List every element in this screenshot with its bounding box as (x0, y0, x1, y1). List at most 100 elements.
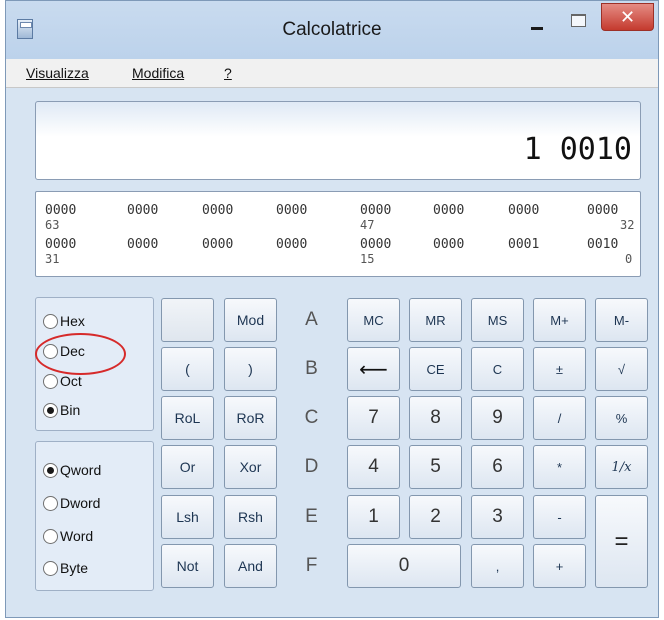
digit-7-button[interactable]: 7 (347, 396, 400, 440)
bit-nibble[interactable]: 0000 (433, 237, 481, 252)
rsh-button[interactable]: Rsh (224, 495, 277, 539)
multiply-button[interactable]: * (533, 445, 586, 489)
subtract-button[interactable]: - (533, 495, 586, 539)
ms-button[interactable]: MS (471, 298, 524, 342)
clear-button[interactable]: C (471, 347, 524, 391)
add-button[interactable]: + (533, 544, 586, 588)
bit-nibble[interactable]: 0000 (587, 203, 635, 218)
digit-5-button[interactable]: 5 (409, 445, 462, 489)
and-button[interactable]: And (224, 544, 277, 588)
decimal-button[interactable]: , (471, 544, 524, 588)
reciprocal-button[interactable]: 1/x (595, 445, 648, 489)
radio-byte[interactable]: Byte (43, 560, 88, 576)
bit-nibble[interactable]: 0000 (45, 237, 93, 252)
digit-4-button[interactable]: 4 (347, 445, 400, 489)
minimize-button[interactable] (516, 5, 558, 41)
bit-nibble[interactable]: 0000 (360, 237, 408, 252)
highlight-annotation-circle (35, 333, 126, 375)
ce-button[interactable]: CE (409, 347, 462, 391)
bit-nibble[interactable]: 0001 (508, 237, 556, 252)
radio-qword[interactable]: Qword (43, 462, 101, 478)
digit-6-button[interactable]: 6 (471, 445, 524, 489)
m-plus-button[interactable]: M+ (533, 298, 586, 342)
radio-label: Bin (60, 402, 81, 418)
display-value: 1 0010 (523, 132, 632, 167)
or-button[interactable]: Or (161, 445, 214, 489)
bit-nibble[interactable]: 0000 (508, 203, 556, 218)
digit-3-button[interactable]: 3 (471, 495, 524, 539)
m-minus-button[interactable]: M- (595, 298, 648, 342)
bit-nibble[interactable]: 0000 (360, 203, 408, 218)
menu-help[interactable]: ? (224, 65, 232, 81)
bit-nibble[interactable]: 0000 (202, 237, 250, 252)
radio-dword[interactable]: Dword (43, 495, 100, 511)
mod-button[interactable]: Mod (224, 298, 277, 342)
radio-circle-icon (43, 373, 58, 389)
lsh-button[interactable]: Lsh (161, 495, 214, 539)
backspace-arrow-icon[interactable]: ⟵ (347, 347, 400, 391)
bit-nibble[interactable]: 0000 (276, 203, 324, 218)
radio-label: Hex (60, 313, 85, 329)
calculator-display: 1 0010 (35, 101, 641, 180)
radio-label: Dword (60, 495, 101, 511)
bit-position-label: 0 (625, 252, 633, 266)
bit-position-label: 32 (620, 218, 635, 232)
hex-f-button[interactable]: F (285, 544, 338, 588)
digit-0-button[interactable]: 0 (347, 544, 461, 588)
bit-nibble[interactable]: 0000 (276, 237, 324, 252)
digit-2-button[interactable]: 2 (409, 495, 462, 539)
blank-button[interactable] (161, 298, 214, 342)
close-button[interactable]: ✕ (601, 3, 654, 31)
digit-9-button[interactable]: 9 (471, 396, 524, 440)
hex-c-button[interactable]: C (285, 396, 338, 440)
title-bar[interactable]: Calcolatrice ✕ (6, 1, 658, 59)
sqrt-button[interactable]: √ (595, 347, 648, 391)
xor-button[interactable]: Xor (224, 445, 277, 489)
hex-b-button[interactable]: B (285, 347, 338, 391)
bit-nibble[interactable]: 0000 (127, 237, 175, 252)
rol-button[interactable]: RoL (161, 396, 214, 440)
hex-d-button[interactable]: D (285, 445, 338, 489)
digit-1-button[interactable]: 1 (347, 495, 400, 539)
minimize-icon (531, 26, 543, 30)
menu-edit[interactable]: Modifica (132, 65, 184, 81)
mr-button[interactable]: MR (409, 298, 462, 342)
bit-nibble[interactable]: 0000 (45, 203, 93, 218)
equals-button[interactable]: = (595, 495, 648, 588)
menu-view[interactable]: Visualizza (26, 65, 89, 81)
bit-position-label: 47 (360, 218, 375, 232)
close-paren-button[interactable]: ) (224, 347, 277, 391)
radio-hex[interactable]: Hex (43, 313, 85, 329)
mc-button[interactable]: MC (347, 298, 400, 342)
bit-nibble[interactable]: 0000 (202, 203, 250, 218)
close-icon: ✕ (619, 7, 636, 27)
radio-word[interactable]: Word (43, 528, 93, 544)
bit-nibble[interactable]: 0000 (433, 203, 481, 218)
radio-circle-icon (43, 313, 58, 329)
maximize-button[interactable] (558, 5, 598, 41)
radio-label: Oct (60, 373, 82, 389)
hex-e-button[interactable]: E (285, 495, 338, 539)
hex-a-button[interactable]: A (285, 298, 338, 342)
maximize-icon (570, 13, 586, 27)
bit-nibble[interactable]: 0010 (587, 237, 635, 252)
calculator-window: Calcolatrice ✕ Visualizza Modifica ? 1 0… (5, 0, 659, 618)
bit-panel: 0000 0000 0000 0000 0000 0000 0000 0000 … (35, 191, 641, 277)
digit-8-button[interactable]: 8 (409, 396, 462, 440)
radio-bin[interactable]: Bin (43, 402, 80, 418)
bit-nibble[interactable]: 0000 (127, 203, 175, 218)
divide-button[interactable]: / (533, 396, 586, 440)
not-button[interactable]: Not (161, 544, 214, 588)
radio-selected-icon (43, 462, 58, 478)
radio-oct[interactable]: Oct (43, 373, 82, 389)
plus-minus-button[interactable]: ± (533, 347, 586, 391)
radio-circle-icon (43, 528, 58, 544)
bit-position-label: 15 (360, 252, 375, 266)
radio-circle-icon (43, 495, 58, 511)
bit-position-label: 63 (45, 218, 60, 232)
open-paren-button[interactable]: ( (161, 347, 214, 391)
ror-button[interactable]: RoR (224, 396, 277, 440)
radio-selected-icon (43, 402, 58, 418)
percent-button[interactable]: % (595, 396, 648, 440)
radio-circle-icon (43, 560, 58, 576)
